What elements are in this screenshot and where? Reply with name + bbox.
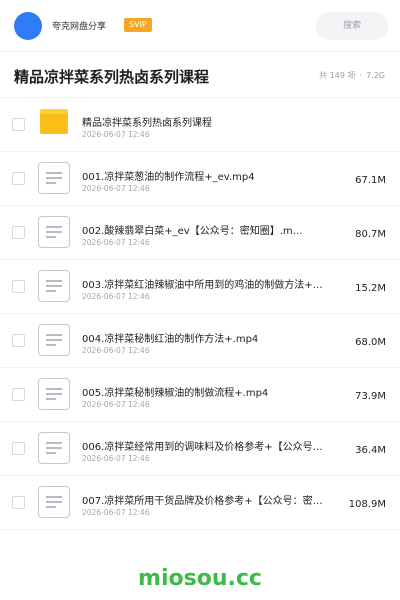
svip-badge: SVIP [124,18,152,32]
document-icon [38,378,70,410]
app-header: 夸克网盘分享 SVIP 搜索 [0,0,400,52]
document-icon [38,432,70,464]
file-name: 005.凉拌菜秘制辣椒油的制做流程+.mp4 [82,388,269,399]
document-icon [38,216,70,248]
search-input[interactable]: 搜索 [316,12,388,40]
file-name: 007.凉拌菜所用干货品牌及价格参考+【公众号：密… [82,496,323,507]
row-checkbox[interactable] [12,388,25,401]
file-size: 68.0M [355,337,386,348]
row-checkbox[interactable] [12,172,25,185]
row-checkbox[interactable] [12,226,25,239]
stats-separator: · [359,71,363,80]
file-size: 67.1M [355,175,386,186]
file-row[interactable]: 002.酸辣翡翠白菜+_ev【公众号：密知圈】.m… 2026-06-07 12:… [0,206,400,260]
file-size: 73.9M [355,391,386,402]
file-size: 80.7M [355,229,386,240]
file-date: 2026-06-07 12:46 [82,346,150,355]
username: 夸克网盘分享 [52,22,107,32]
folder-icon [40,109,68,134]
page-title: 精品凉拌菜系列热卤系列课程 [14,68,210,86]
document-icon [38,324,70,356]
file-row[interactable]: 005.凉拌菜秘制辣椒油的制做流程+.mp4 2026-06-07 12:46 73… [0,368,400,422]
folder-header: 精品凉拌菜系列热卤系列课程 共 149 项 · 7.2G [0,52,400,98]
row-checkbox[interactable] [12,442,25,455]
row-checkbox[interactable] [12,334,25,347]
file-date: 2026-06-07 12:46 [82,454,150,463]
total-size: 7.2G [366,71,385,80]
file-name: 004.凉拌菜秘制红油的制作方法+.mp4 [82,334,259,345]
document-icon [38,270,70,302]
file-date: 2026-06-07 12:46 [82,238,150,247]
file-date: 2026-06-07 12:46 [82,292,150,301]
file-name: 001.凉拌菜葱油的制作流程+_ev.mp4 [82,172,255,183]
row-checkbox[interactable] [12,496,25,509]
document-icon [38,486,70,518]
item-count: 共 149 项 [319,71,356,80]
file-name: 精品凉拌菜系列热卤系列课程 [82,118,212,129]
file-row[interactable]: 001.凉拌菜葱油的制作流程+_ev.mp4 2026-06-07 12:46 67… [0,152,400,206]
file-row[interactable]: 003.凉拌菜红油辣椒油中所用到的鸡油的制做方法+… 2026-06-07 12:… [0,260,400,314]
row-checkbox[interactable] [12,280,25,293]
file-name: 006.凉拌菜经常用到的调味料及价格参考+【公众号… [82,442,323,453]
file-date: 2026-06-07 12:46 [82,508,150,517]
file-name: 003.凉拌菜红油辣椒油中所用到的鸡油的制做方法+… [82,280,323,291]
file-date: 2026-06-07 12:46 [82,130,150,139]
file-row[interactable]: 007.凉拌菜所用干货品牌及价格参考+【公众号：密… 2026-06-07 12:… [0,476,400,530]
file-size: 15.2M [355,283,386,294]
file-name: 002.酸辣翡翠白菜+_ev【公众号：密知圈】.m… [82,226,303,237]
file-size: 108.9M [348,499,386,510]
file-list: 精品凉拌菜系列热卤系列课程 2026-06-07 12:46 001.凉拌菜葱油的制… [0,98,400,530]
watermark: miosou.cc [138,566,262,591]
row-checkbox[interactable] [12,118,25,131]
file-row[interactable]: 004.凉拌菜秘制红油的制作方法+.mp4 2026-06-07 12:46 68.… [0,314,400,368]
file-row[interactable]: 006.凉拌菜经常用到的调味料及价格参考+【公众号… 2026-06-07 12:… [0,422,400,476]
file-size: 36.4M [355,445,386,456]
folder-stats: 共 149 项 · 7.2G [317,70,387,81]
file-date: 2026-06-07 12:46 [82,400,150,409]
document-icon [38,162,70,194]
folder-row[interactable]: 精品凉拌菜系列热卤系列课程 2026-06-07 12:46 [0,98,400,152]
avatar[interactable] [14,12,42,40]
file-date: 2026-06-07 12:46 [82,184,150,193]
